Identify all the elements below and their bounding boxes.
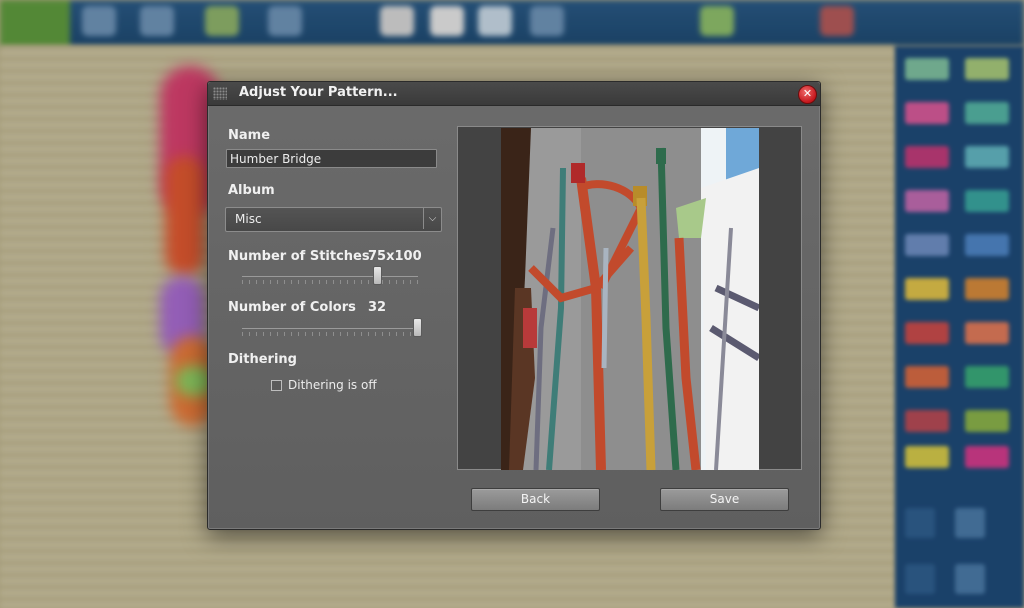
grip-icon xyxy=(213,87,227,100)
dialog-titlebar[interactable]: Adjust Your Pattern... ✕ xyxy=(208,82,820,106)
save-button[interactable]: Save xyxy=(660,488,789,511)
name-label: Name xyxy=(228,128,271,143)
pattern-preview xyxy=(457,126,802,470)
chevron-down-icon[interactable]: ⌵ xyxy=(423,208,441,229)
adjust-pattern-dialog: Adjust Your Pattern... ✕ Name Album Misc… xyxy=(207,81,821,530)
album-label: Album xyxy=(228,183,275,198)
colors-value: 32 xyxy=(368,300,387,315)
back-button[interactable]: Back xyxy=(471,488,600,511)
pattern-preview-image xyxy=(501,128,759,470)
album-select[interactable]: Misc ⌵ xyxy=(225,207,442,232)
colors-slider-thumb[interactable] xyxy=(413,318,422,337)
stitches-slider-thumb[interactable] xyxy=(372,266,382,285)
album-selected-value: Misc xyxy=(235,212,262,226)
dialog-title: Adjust Your Pattern... xyxy=(239,85,398,100)
stitches-value: 75x100 xyxy=(368,249,422,264)
colors-label: Number of Colors xyxy=(228,300,356,315)
dithering-label: Dithering xyxy=(228,352,297,367)
stitches-slider[interactable] xyxy=(242,266,418,288)
colors-slider[interactable] xyxy=(242,318,422,340)
name-field[interactable] xyxy=(226,149,437,168)
close-icon[interactable]: ✕ xyxy=(798,85,817,104)
stitches-label: Number of Stitches xyxy=(228,249,370,264)
dithering-checkbox[interactable] xyxy=(271,380,282,391)
dithering-checkbox-label[interactable]: Dithering is off xyxy=(288,378,377,392)
